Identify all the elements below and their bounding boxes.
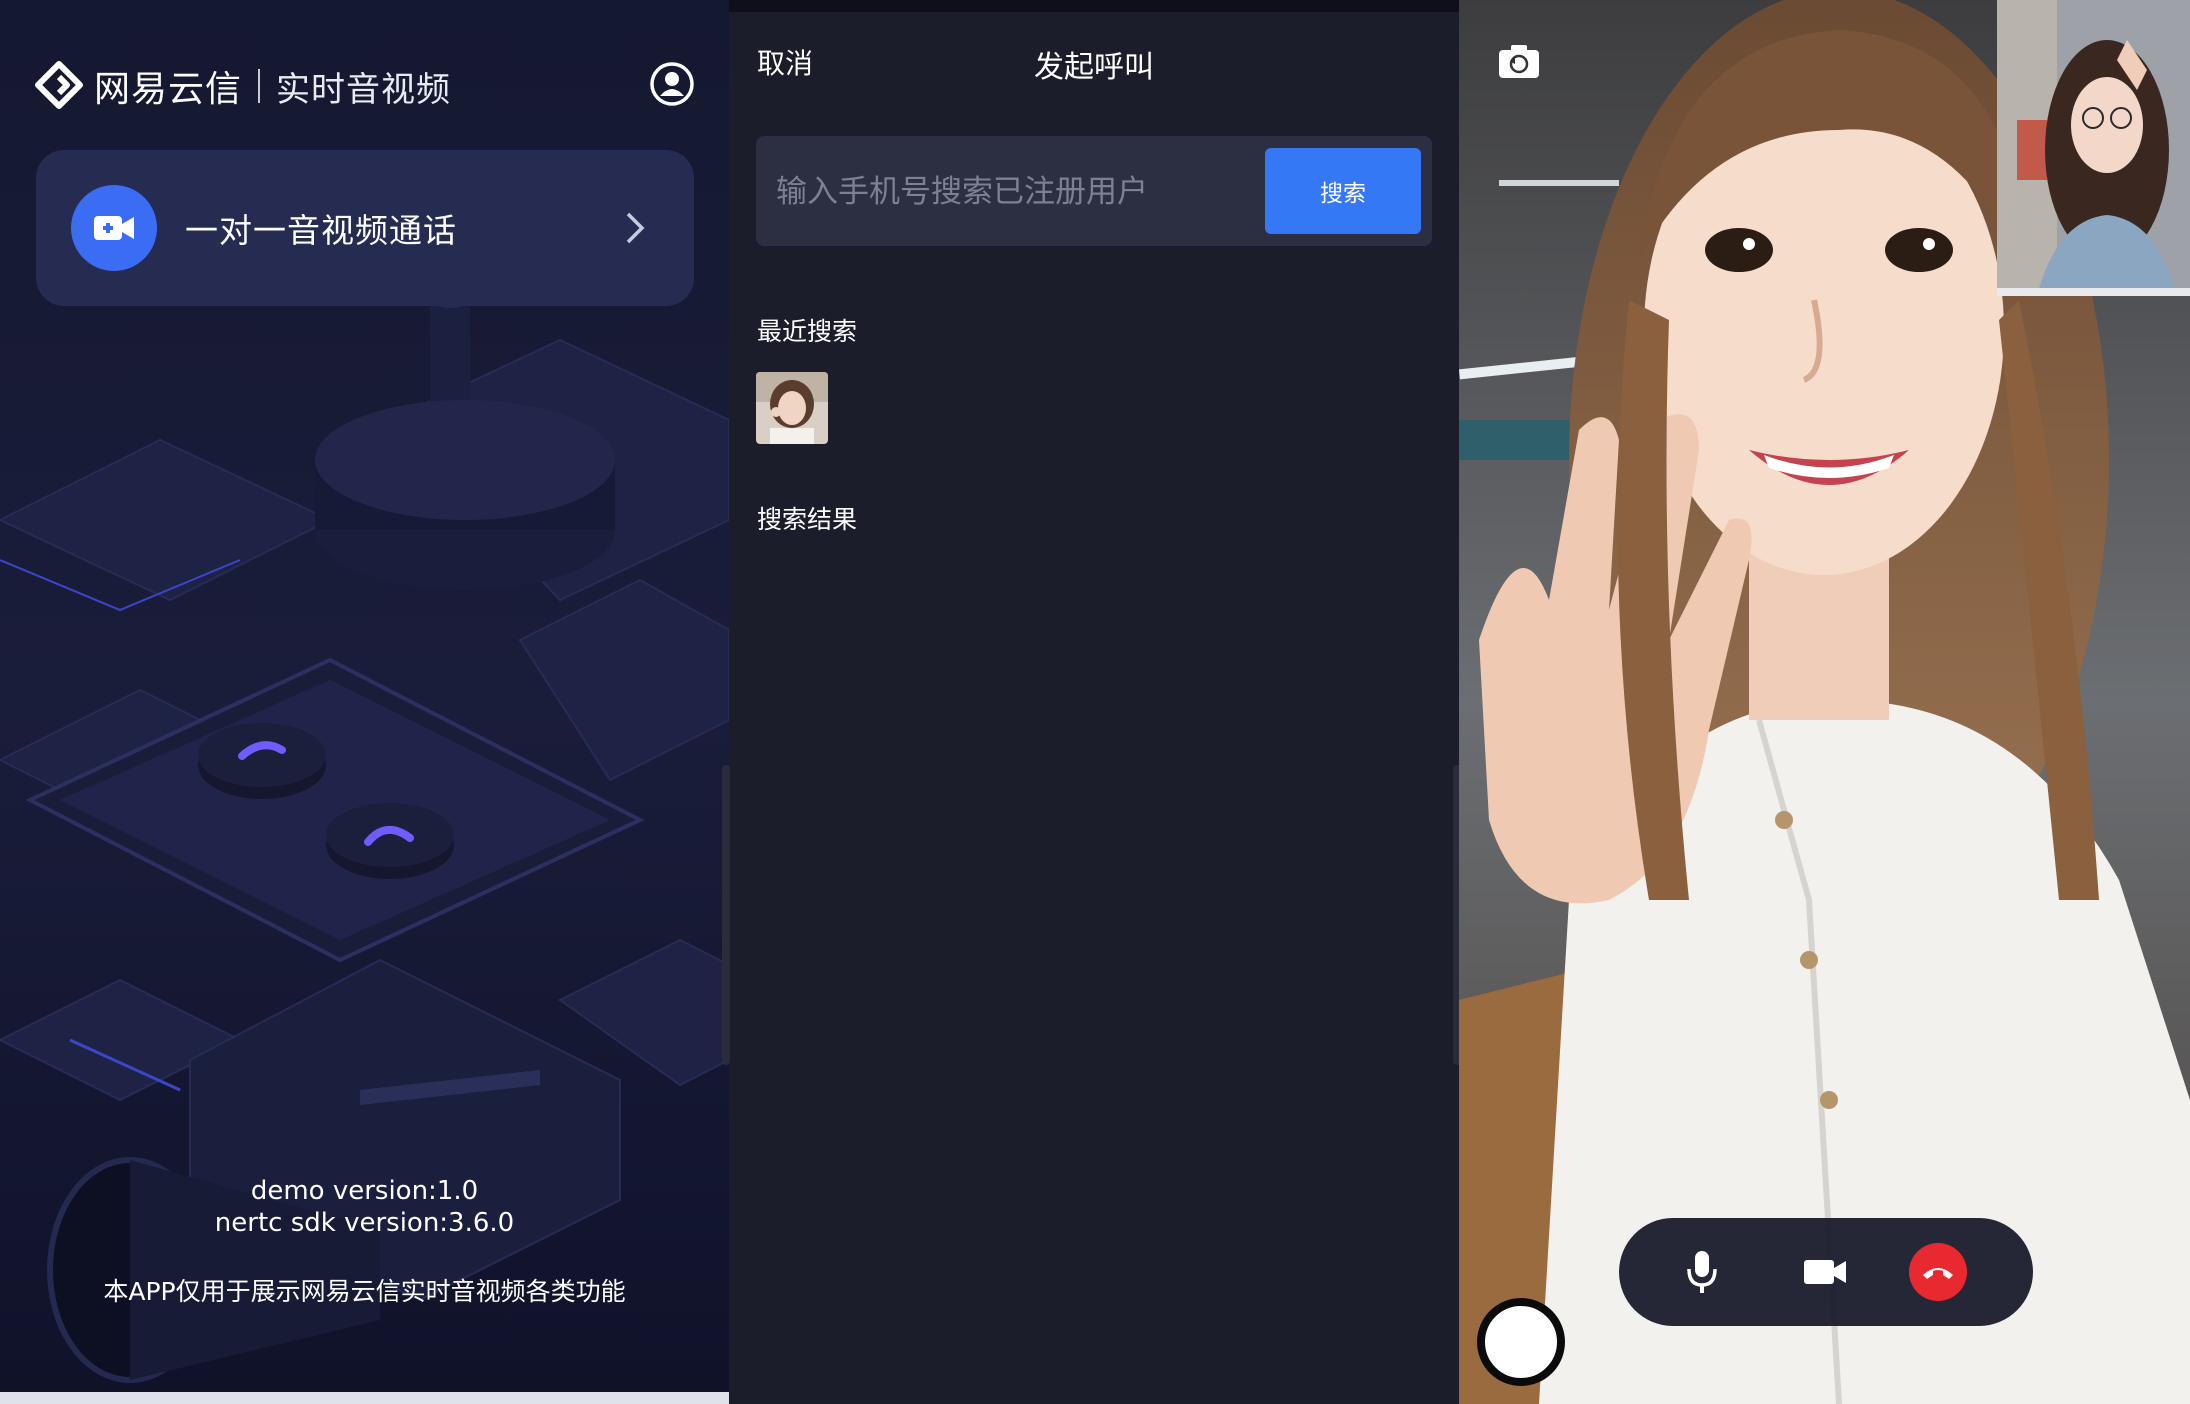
profile-icon[interactable] xyxy=(648,60,696,108)
card-label: 一对一音视频通话 xyxy=(185,211,457,250)
page-title: 发起呼叫 xyxy=(1034,50,1154,85)
camera-toggle-button[interactable] xyxy=(1787,1234,1863,1310)
recent-search-label: 最近搜索 xyxy=(757,317,858,346)
local-video-preview[interactable] xyxy=(1997,0,2190,296)
brand-separator xyxy=(258,69,261,103)
demo-version: demo version:1.0 xyxy=(250,1176,479,1206)
chevron-right-icon xyxy=(626,212,645,244)
brand-logo-icon xyxy=(35,61,83,109)
hangup-icon xyxy=(1923,1268,1953,1279)
sdk-version: nertc sdk version:3.6.0 xyxy=(214,1208,515,1238)
app-brand: 网易云信 实时音视频 xyxy=(34,58,451,114)
left-divider-handle xyxy=(722,765,730,1065)
flip-camera-icon[interactable] xyxy=(1497,42,1541,80)
phone-search-input[interactable] xyxy=(774,136,1258,248)
one-to-one-call-card[interactable]: 一对一音视频通话 xyxy=(36,150,694,306)
video-camera-icon xyxy=(94,216,134,240)
product-name: 实时音视频 xyxy=(276,69,452,110)
recent-user-avatar[interactable] xyxy=(756,372,828,444)
video-call-screen xyxy=(1459,0,2190,1404)
hangup-button[interactable] xyxy=(1909,1243,1967,1301)
search-bar: 搜索 xyxy=(756,136,1432,248)
mute-button[interactable] xyxy=(1664,1234,1740,1310)
microphone-icon xyxy=(1687,1251,1717,1293)
call-control-bar xyxy=(1619,1218,2033,1326)
card-icon-circle xyxy=(71,185,157,271)
call-search-screen: 取消 发起呼叫 搜索 最近搜索 搜索结果 xyxy=(729,0,1459,1404)
capture-button[interactable] xyxy=(1477,1298,1565,1386)
search-button[interactable]: 搜索 xyxy=(1265,148,1421,234)
video-camera-icon xyxy=(1804,1260,1846,1284)
app-disclaimer: 本APP仅用于展示网易云信实时音视频各类功能 xyxy=(103,1277,626,1306)
status-bar-strip xyxy=(729,0,1459,12)
search-results-label: 搜索结果 xyxy=(757,505,858,534)
brand-name: 网易云信 xyxy=(94,69,243,110)
home-screen: 网易云信 实时音视频 一对一音视频通话 demo version:1.0 ner… xyxy=(0,0,729,1404)
